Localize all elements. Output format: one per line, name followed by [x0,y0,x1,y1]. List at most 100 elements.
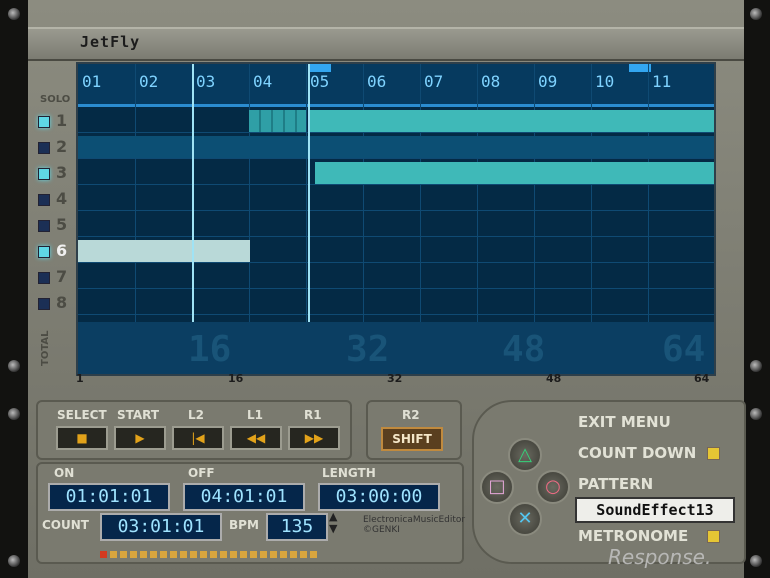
track-5-selector[interactable]: 5 [36,214,80,238]
note-block[interactable] [78,240,250,262]
exit-menu-item[interactable]: EXIT MENU [578,413,671,431]
screw-icon [8,555,20,567]
bpm-stepper-icon[interactable]: ▲ ▼ [329,511,337,535]
play-button[interactable]: ▶ [114,426,166,450]
solo-led-icon[interactable] [38,168,50,180]
solo-led-icon[interactable] [38,220,50,232]
cross-button[interactable]: ✕ [508,502,542,536]
track-3-selector[interactable]: 3 [36,162,80,186]
track-1-selector[interactable]: 1 [36,110,80,134]
length-field[interactable]: 03:00:00 [318,483,440,511]
beat-led [130,551,137,558]
track-number: 3 [56,163,68,182]
solo-led-icon[interactable] [38,116,50,128]
brand-line: ElectronicaMusicEditor [363,515,466,525]
solo-led-icon[interactable] [38,298,50,310]
title-bar: JetFly [28,27,744,61]
count-label: COUNT [42,518,89,532]
note-block[interactable] [315,162,714,184]
timeline-ruler[interactable]: 01 02 03 04 05 06 07 08 09 10 11 [78,64,714,107]
solo-led-icon[interactable] [38,194,50,206]
track-7-selector[interactable]: 7 [36,266,80,290]
track-2-selector[interactable]: 2 [36,136,80,160]
row-divider [78,236,714,237]
beat-led [180,551,187,558]
row-divider [78,184,714,185]
fast-forward-button[interactable]: ▶▶ [288,426,340,450]
axis-tick: 48 [546,372,562,385]
pattern-field[interactable]: SoundEffect13 [575,497,735,523]
rewind-icon: ◀◀ [246,431,266,445]
triangle-button[interactable]: △ [508,438,542,472]
stop-button[interactable]: ■ [56,426,108,450]
triangle-icon: △ [518,444,532,465]
track-number: 7 [56,267,68,286]
beat-led [280,551,287,558]
track-8-selector[interactable]: 8 [36,292,80,316]
transport-label: START [117,408,160,422]
track-6-selector[interactable]: 6 [36,240,80,264]
circle-icon: ○ [545,476,561,497]
brand-line: ©GENKI [363,525,400,535]
beat-led [210,551,217,558]
note-block[interactable] [308,110,714,132]
bar-label: 01 [82,72,102,91]
transport-label: R1 [304,408,322,422]
off-label: OFF [188,466,215,480]
count-down-item[interactable]: COUNT DOWN [578,444,696,462]
count-down-toggle[interactable] [707,447,720,460]
square-button[interactable]: □ [480,470,514,504]
playhead-loop [308,64,310,322]
screw-icon [750,360,762,372]
bar-label: 03 [196,72,216,91]
off-field[interactable]: 04:01:01 [183,483,305,511]
cross-icon: ✕ [517,508,533,529]
total-number: 32 [346,329,390,370]
bpm-label: BPM [229,518,259,532]
skip-start-icon: |◀ [191,431,205,445]
bpm-field[interactable]: 135 [266,513,328,541]
metronome-item[interactable]: METRONOME [578,527,688,545]
row-divider [78,288,714,289]
track-number: 1 [56,111,68,130]
stop-icon: ■ [76,431,88,445]
note-block[interactable] [249,110,306,132]
count-field[interactable]: 03:01:01 [100,513,222,541]
total-number: 48 [502,329,546,370]
beat-led [290,551,297,558]
skip-start-button[interactable]: |◀ [172,426,224,450]
solo-led-icon[interactable] [38,246,50,258]
r2-label: R2 [402,408,420,422]
screw-icon [8,408,20,420]
track-4-selector[interactable]: 4 [36,188,80,212]
beat-led [230,551,237,558]
on-label: ON [54,466,75,480]
playhead-start [192,64,194,322]
beat-led [260,551,267,558]
solo-led-icon[interactable] [38,142,50,154]
sequencer-grid[interactable]: 01 02 03 04 05 06 07 08 09 10 11 16 32 4… [76,62,716,376]
pattern-item[interactable]: PATTERN [578,475,653,493]
on-field[interactable]: 01:01:01 [48,483,170,511]
metronome-toggle[interactable] [707,530,720,543]
right-rail [744,0,770,578]
loop-start-marker[interactable] [309,64,331,72]
circle-button[interactable]: ○ [536,470,570,504]
transport-label: L1 [247,408,263,422]
transport-label: SELECT [57,408,107,422]
screw-icon [750,8,762,20]
beat-led [120,551,127,558]
row-divider [78,314,714,315]
solo-led-icon[interactable] [38,272,50,284]
rewind-button[interactable]: ◀◀ [230,426,282,450]
track-number: 4 [56,189,68,208]
square-icon: □ [488,476,506,497]
bar-label: 06 [367,72,387,91]
note-block[interactable] [78,136,714,158]
beat-led [110,551,117,558]
total-label: TOTAL [40,330,51,366]
shift-button[interactable]: SHIFT [381,427,443,451]
bar-label: 08 [481,72,501,91]
play-icon: ▶ [135,431,145,445]
screw-icon [750,408,762,420]
